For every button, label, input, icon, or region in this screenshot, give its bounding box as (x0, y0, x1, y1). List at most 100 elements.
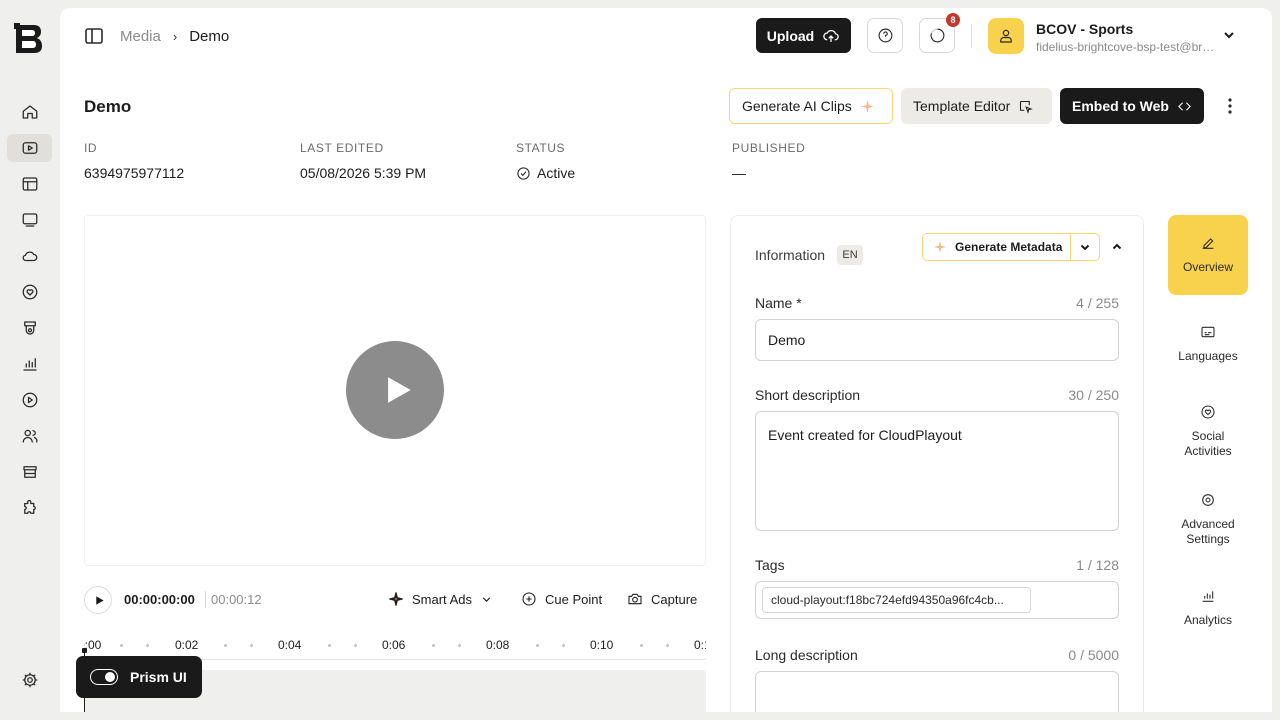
tick-label: 0:04 (278, 638, 302, 652)
long-description-textarea[interactable] (755, 671, 1119, 712)
tab-overview[interactable]: Overview (1168, 215, 1248, 295)
activity-button[interactable]: 8 (919, 13, 960, 53)
template-editor-button[interactable]: Template Editor (901, 88, 1052, 124)
nav-analytics[interactable] (7, 350, 52, 378)
upload-button[interactable]: Upload (756, 18, 851, 53)
language-badge: EN (837, 245, 863, 265)
prism-ui-toggle[interactable]: Prism UI (76, 656, 202, 698)
tick-dot (536, 644, 539, 647)
generate-ai-clips-button[interactable]: Generate AI Clips (729, 88, 893, 124)
player-controls: 00:00:00:00 00:00:12 Smart Ads Cue Point… (84, 586, 706, 614)
play-icon (95, 595, 104, 605)
tick-label: 0:12 (694, 638, 706, 652)
collapse-button[interactable] (1111, 240, 1127, 256)
chevron-down-icon[interactable] (1222, 28, 1236, 42)
heart-icon (1201, 405, 1215, 419)
sparkle-icon (934, 241, 946, 253)
nav-users[interactable] (7, 422, 52, 450)
nav-ai[interactable] (7, 314, 52, 342)
store-icon (22, 466, 37, 478)
nav-playlists[interactable] (7, 170, 52, 198)
nav-live[interactable] (7, 386, 52, 414)
bar-chart-icon (1202, 591, 1214, 602)
breadcrumb-media[interactable]: Media (120, 28, 161, 45)
cue-point-button[interactable]: Cue Point (521, 591, 602, 607)
nav-media[interactable] (7, 134, 52, 162)
duration: 00:00:12 (211, 592, 262, 607)
status-value: Active (537, 165, 576, 181)
playhead-handle[interactable] (82, 648, 87, 653)
nav-settings[interactable] (7, 666, 52, 694)
tick-dot (224, 644, 227, 647)
video-preview[interactable] (84, 215, 706, 566)
tick-dot (432, 644, 435, 647)
tick-dot (666, 644, 669, 647)
brightcove-logo[interactable] (12, 22, 44, 56)
users-icon (22, 429, 38, 443)
tick-label: 0:10 (590, 638, 614, 652)
nav-store[interactable] (7, 458, 52, 486)
tick-dot (640, 644, 643, 647)
long-description-label: Long description (755, 647, 858, 663)
tab-languages[interactable]: Languages (1168, 324, 1248, 364)
tick-dot (354, 644, 357, 647)
divider (971, 24, 972, 48)
short-description-textarea[interactable]: Event created for CloudPlayout (755, 411, 1119, 531)
upload-label: Upload (766, 27, 815, 44)
generate-metadata-split-button: Generate Metadata (922, 233, 1100, 261)
camera-icon (628, 593, 642, 605)
short-description-label: Short description (755, 387, 861, 403)
chevron-down-icon (1080, 244, 1090, 251)
help-button[interactable] (867, 18, 903, 53)
nav-players[interactable] (7, 206, 52, 234)
generate-metadata-menu[interactable] (1071, 241, 1099, 253)
plus-circle-icon (522, 592, 536, 606)
capture-label: Capture (651, 591, 698, 607)
avatar[interactable] (988, 18, 1024, 54)
chevron-up-icon (1112, 243, 1122, 250)
tab-languages-label: Languages (1178, 349, 1238, 363)
published-label: PUBLISHED (732, 141, 806, 155)
tab-analytics[interactable]: Analytics (1168, 588, 1248, 628)
media-icon (22, 142, 37, 154)
gear-icon (22, 672, 37, 688)
nav-audience[interactable] (7, 278, 52, 306)
ai-icon (23, 321, 36, 335)
tab-advanced-label: Advanced Settings (1181, 517, 1235, 546)
tick-label: 0:02 (175, 638, 199, 652)
player-icon (22, 213, 37, 227)
tab-social-activities[interactable]: Social Activities (1168, 404, 1248, 459)
play-pause-button[interactable] (84, 586, 112, 614)
check-circle-icon (517, 166, 530, 180)
play-button[interactable] (346, 341, 444, 439)
long-description-count: 0 / 5000 (1068, 647, 1119, 663)
divider (205, 591, 206, 608)
chevron-right-icon: › (172, 28, 178, 44)
cloud-icon (22, 251, 37, 262)
loading-icon (930, 28, 944, 43)
tab-advanced-settings[interactable]: Advanced Settings (1168, 492, 1248, 547)
puzzle-icon (23, 499, 36, 514)
generate-metadata-button[interactable]: Generate Metadata (923, 234, 1071, 260)
toggle-switch[interactable] (90, 669, 118, 685)
status-label: STATUS (516, 141, 566, 155)
id-label: ID (84, 141, 98, 155)
nav-integrations[interactable] (7, 494, 52, 522)
smart-ads-dropdown[interactable]: Smart Ads (388, 591, 493, 607)
capture-button[interactable]: Capture (627, 591, 697, 607)
nav-home[interactable] (7, 98, 52, 126)
sidebar-toggle-icon[interactable] (84, 26, 104, 46)
tick-dot (562, 644, 565, 647)
account-name[interactable]: BCOV - Sports (1036, 21, 1133, 37)
bar-chart-icon (22, 358, 37, 371)
page-title: Demo (84, 97, 132, 116)
short-description-count: 30 / 250 (1068, 387, 1119, 403)
tags-input[interactable]: cloud-playout:f18bc724efd94350a96fc4cb..… (755, 581, 1119, 619)
playlist-icon (22, 177, 37, 191)
tag-chip[interactable]: cloud-playout:f18bc724efd94350a96fc4cb..… (762, 587, 1031, 613)
nav-cloud[interactable] (7, 242, 52, 270)
more-options-icon[interactable] (1220, 96, 1240, 116)
name-input[interactable]: Demo (755, 319, 1119, 361)
embed-to-web-button[interactable]: Embed to Web (1060, 88, 1204, 124)
heart-icon (22, 284, 37, 300)
